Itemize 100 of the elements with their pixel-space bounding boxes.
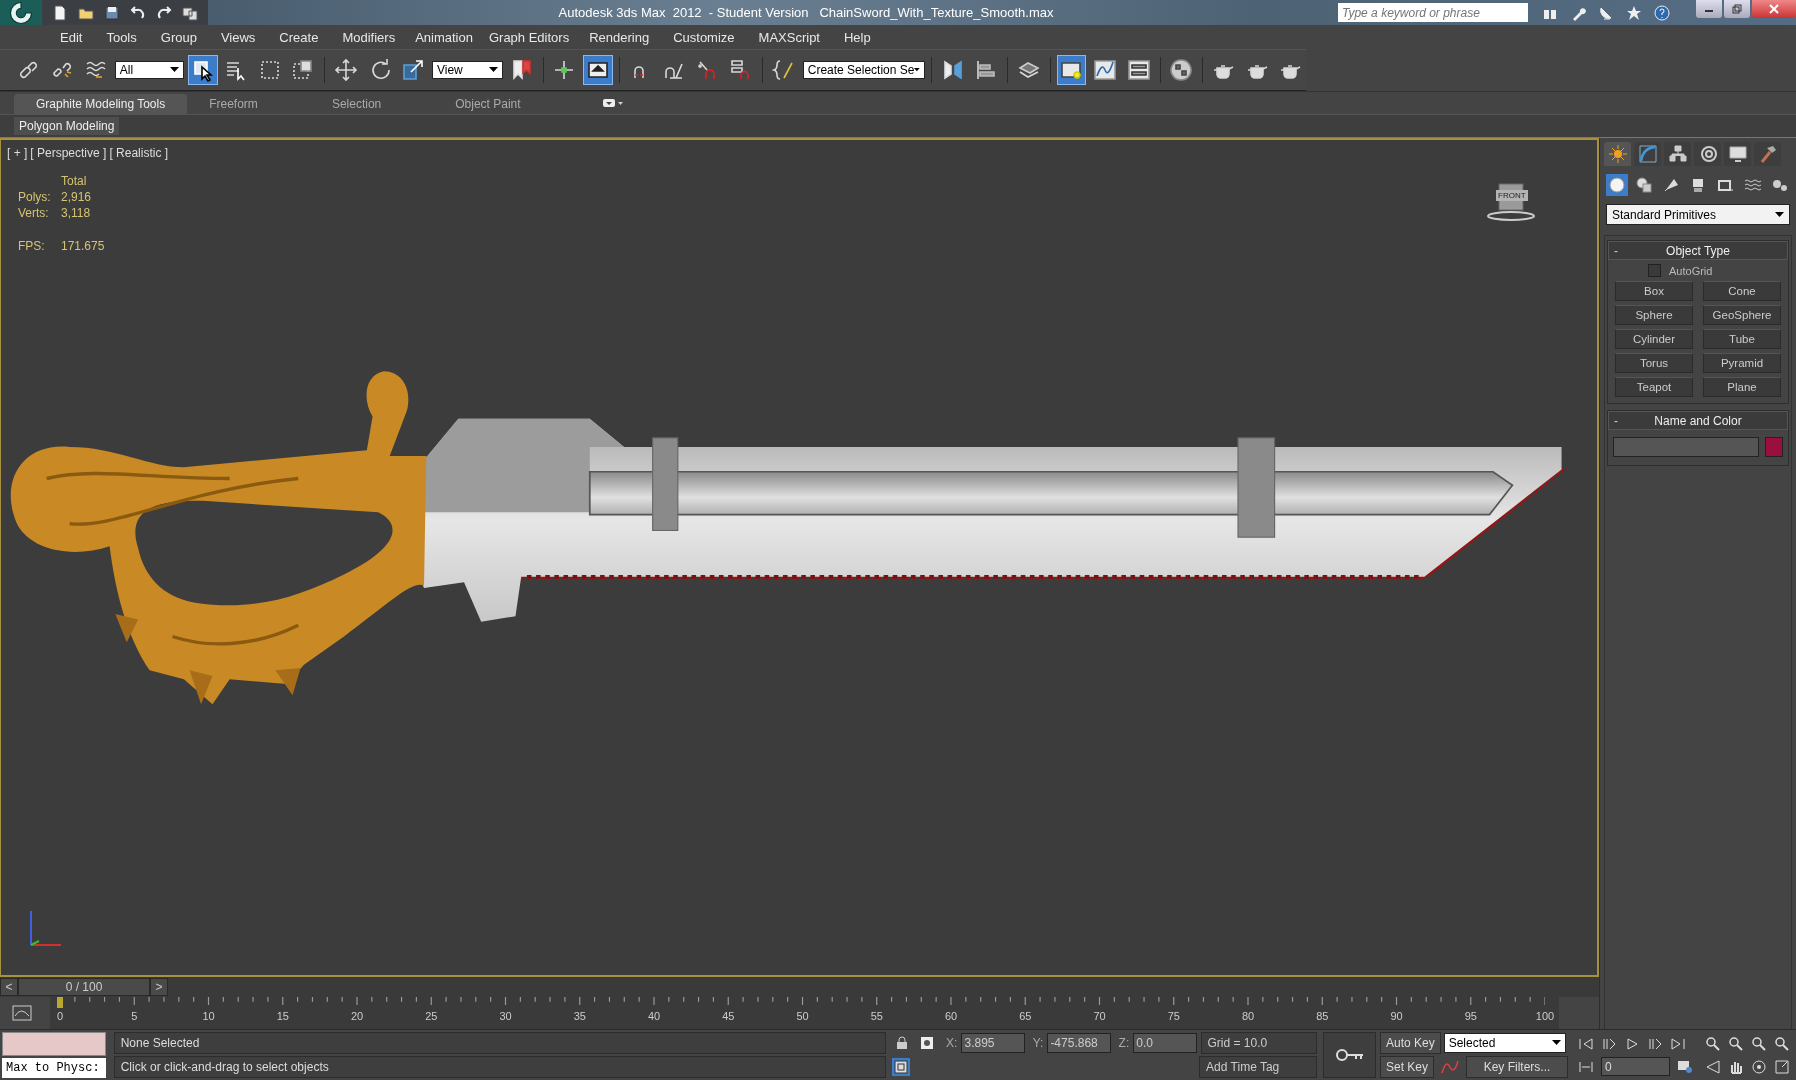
primitive-button[interactable]: Plane	[1703, 377, 1781, 397]
x-coordinate-field[interactable]: 3.895	[961, 1033, 1025, 1053]
ribbon-options-icon[interactable]	[602, 98, 623, 108]
menu-item[interactable]: Animation	[407, 29, 481, 45]
ribbon-tab[interactable]: Object Paint	[433, 94, 543, 114]
menu-item[interactable]: Edit	[48, 29, 95, 45]
frame-number: 0	[56, 1010, 64, 1022]
viewport-label[interactable]: [ Perspective ]	[30, 146, 107, 160]
primitive-button[interactable]: Torus	[1615, 353, 1693, 373]
lock-icon[interactable]	[896, 1036, 909, 1050]
undo-icon[interactable]	[130, 4, 146, 21]
menu-item[interactable]: Modifiers	[330, 29, 408, 45]
menu-item[interactable]: Rendering	[577, 29, 662, 45]
search-field[interactable]: Type a keyword or phrase	[1338, 3, 1528, 22]
primitive-button[interactable]: Box	[1615, 281, 1693, 301]
zoom-all-icon[interactable]	[1728, 1035, 1744, 1052]
orbit-icon[interactable]	[1751, 1058, 1767, 1075]
save-icon[interactable]	[104, 4, 120, 21]
time-tag-icon[interactable]	[892, 1058, 911, 1076]
monitor-icon[interactable]	[1724, 142, 1751, 166]
fov-icon[interactable]	[1705, 1058, 1721, 1075]
hierarchy-icon[interactable]	[1664, 142, 1691, 166]
auto-key-button[interactable]: Auto Key	[1379, 1032, 1441, 1054]
window-bulb-icon[interactable]	[1056, 55, 1087, 85]
app-logo-icon[interactable]	[0, 0, 42, 25]
ribbon-panel-tab[interactable]: Polygon Modeling	[14, 117, 120, 135]
key-mode-icon[interactable]	[1578, 1059, 1594, 1074]
play-icon[interactable]	[1624, 1036, 1640, 1051]
primitive-button[interactable]: Cone	[1703, 281, 1781, 301]
ribbon-tab[interactable]: Graphite Modeling Tools	[14, 94, 188, 114]
object-color-swatch[interactable]	[1765, 437, 1783, 457]
restore-button[interactable]	[1724, 0, 1750, 18]
add-time-tag-button[interactable]: Add Time Tag	[1199, 1056, 1318, 1078]
sword-model-drawing[interactable]	[10, 371, 1564, 705]
menu-item[interactable]: MAXScript	[746, 29, 832, 45]
sun-icon[interactable]	[1604, 142, 1631, 166]
listener-input-field[interactable]: Max to Physc:	[2, 1058, 106, 1078]
time-config-icon[interactable]	[1677, 1059, 1693, 1074]
zoom-icon[interactable]	[1705, 1035, 1721, 1052]
key-filters-button[interactable]: Key Filters...	[1466, 1056, 1568, 1078]
toolbar-dropdown[interactable]: All	[114, 61, 184, 79]
category-dropdown[interactable]: Standard Primitives	[1606, 204, 1790, 225]
minimize-button[interactable]	[1696, 0, 1722, 18]
menu-item[interactable]: Graph Editors	[480, 29, 578, 45]
track-bar[interactable]: 0 5 10 15 20 25 30 35 40 45 50 55 60 65 70 75 80 85 90 95 100	[50, 997, 1559, 1029]
hammer-icon[interactable]	[1754, 142, 1781, 166]
rollout-header[interactable]: - Name and Color	[1608, 411, 1788, 430]
rings-icon[interactable]	[1694, 142, 1721, 166]
rollout-header[interactable]: - Object Type	[1608, 241, 1788, 260]
redo-icon[interactable]	[156, 4, 172, 21]
absolute-mode-icon[interactable]	[920, 1036, 935, 1050]
menu-item[interactable]: Customize	[661, 29, 747, 45]
shapes-icon[interactable]	[1633, 174, 1655, 196]
viewport[interactable]: [ + ] [ Perspective ] [ Realistic ] Total Polys: 2,916 Verts: 3,118 FPS: 171.675 FRONT	[0, 138, 1599, 977]
set-key-button[interactable]: Set Key	[1379, 1056, 1434, 1078]
zoom-extents-icon[interactable]	[1751, 1035, 1767, 1052]
zoom-extents-all-icon[interactable]	[1774, 1035, 1790, 1052]
primitive-button[interactable]: Tube	[1703, 329, 1781, 349]
close-button[interactable]	[1752, 0, 1796, 18]
cursor-box-icon[interactable]	[187, 55, 218, 85]
object-name-field[interactable]	[1613, 437, 1759, 457]
primitive-button[interactable]: Sphere	[1615, 305, 1693, 325]
sphere-icon[interactable]	[1606, 174, 1628, 196]
key-mode-dropdown[interactable]: Selected	[1443, 1033, 1566, 1053]
next-frame-icon[interactable]	[1647, 1036, 1663, 1051]
autogrid-checkbox[interactable]	[1648, 264, 1661, 277]
toolbar-dropdown[interactable]: View	[431, 61, 504, 79]
current-frame-field[interactable]: 0	[1601, 1057, 1670, 1076]
menu-item[interactable]: Help	[832, 29, 883, 45]
ribbon-tab[interactable]: Selection	[309, 94, 404, 114]
primitive-button[interactable]: Cylinder	[1615, 329, 1693, 349]
menu-item[interactable]: Views	[208, 29, 268, 45]
y-coordinate-field[interactable]: -475.868	[1047, 1033, 1111, 1053]
project-icon[interactable]	[182, 4, 198, 21]
menu-item[interactable]: Group	[148, 29, 209, 45]
skip-start-icon[interactable]	[1578, 1036, 1594, 1051]
ribbon-tab[interactable]: Freeform	[187, 94, 280, 114]
previous-frame-button[interactable]: <	[0, 978, 18, 996]
key-icon[interactable]	[1323, 1032, 1376, 1078]
viewport-label[interactable]: [ + ]	[7, 146, 28, 160]
viewcube[interactable]: FRONT	[1487, 180, 1535, 224]
time-slider-thumb[interactable]: 0 / 100	[18, 978, 150, 996]
prev-frame-icon[interactable]	[1601, 1036, 1617, 1051]
listener-output-field[interactable]	[2, 1032, 106, 1056]
next-frame-button[interactable]: >	[150, 978, 168, 996]
menu-item[interactable]: Tools	[94, 29, 149, 45]
new-file-icon[interactable]	[52, 4, 68, 21]
curve-graph-icon[interactable]	[1634, 142, 1661, 166]
viewport-label[interactable]: [ Realistic ]	[109, 146, 169, 160]
z-coordinate-field[interactable]: 0.0	[1133, 1033, 1197, 1053]
maximize-icon[interactable]	[1774, 1058, 1790, 1075]
frame-number: 95	[1464, 1010, 1477, 1022]
skip-end-icon[interactable]	[1670, 1036, 1686, 1051]
toolbar-dropdown[interactable]: Create Selection Se	[802, 61, 926, 79]
star-icon[interactable]	[1626, 4, 1642, 21]
primitive-button[interactable]: GeoSphere	[1703, 305, 1781, 325]
primitive-button[interactable]: Pyramid	[1703, 353, 1781, 373]
primitive-button[interactable]: Teapot	[1615, 377, 1693, 397]
help-icon[interactable]	[1654, 4, 1670, 21]
menu-item[interactable]: Create	[267, 29, 331, 45]
